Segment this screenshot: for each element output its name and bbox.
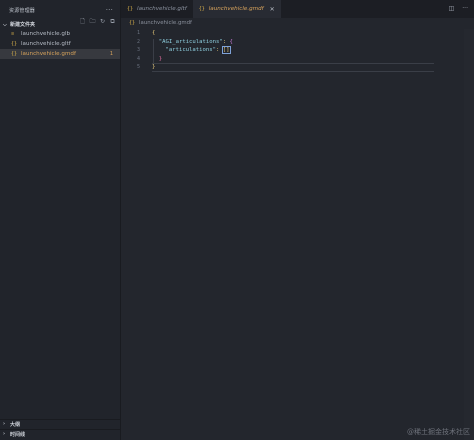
outline-label: 大纲	[10, 421, 21, 428]
json-key: "AGI_articulations"	[158, 38, 223, 45]
tab-gltf[interactable]: {} launchvehicle.gltf	[121, 0, 193, 18]
line-number: 3	[136, 47, 140, 54]
code-text: "AGI_articulations": {	[158, 38, 233, 45]
file-item-gmdf[interactable]: {} launchvehicle.gmdf 1	[0, 49, 120, 59]
split-editor-icon[interactable]: ◫	[449, 5, 455, 12]
code-view[interactable]: 1 { 2 "AGI_articulations": { 3 "articula…	[121, 29, 474, 72]
array-bracket: []	[221, 46, 231, 55]
json-icon: {}	[11, 51, 18, 57]
line-number: 1	[136, 30, 140, 37]
code-line: 3 "articulations": []	[121, 46, 474, 55]
new-folder-icon[interactable]: 🗀	[89, 18, 96, 25]
current-line-highlight	[152, 71, 434, 72]
file-name: launchvehicle.gltf	[21, 41, 71, 47]
line-number: 5	[136, 64, 140, 71]
scrollbar[interactable]	[464, 29, 474, 440]
chevron-down-icon: ⌵	[3, 21, 7, 28]
file-icon: ≡	[11, 31, 15, 37]
file-item-glb[interactable]: ≡ launchvehicle.glb	[0, 29, 120, 39]
watermark: @稀土掘金技术社区	[407, 428, 470, 436]
more-icon[interactable]: ···	[106, 6, 113, 14]
tab-gmdf[interactable]: {} launchvehicle.gmdf ✕	[192, 0, 281, 18]
explorer-sidebar: 资源管理器 ··· ⌵ 新建文件夹 🗋 🗀 ↻ ⧉ ≡ launchvehicl…	[0, 0, 121, 440]
code-line: 2 "AGI_articulations": {	[121, 38, 474, 47]
tab-label: launchvehicle.gltf	[137, 6, 187, 12]
file-item-gltf[interactable]: {} launchvehicle.gltf	[0, 39, 120, 49]
explorer-header: 资源管理器 ···	[0, 0, 120, 20]
refresh-icon[interactable]: ↻	[99, 18, 106, 25]
timeline-section[interactable]: › 时间线	[0, 429, 121, 438]
json-icon: {}	[198, 6, 205, 12]
breadcrumb[interactable]: {} launchvehicle.gmdf	[121, 18, 474, 28]
code-line: 1 {	[121, 29, 474, 38]
code-line: 4 }	[121, 55, 474, 64]
folder-name: 新建文件夹	[10, 22, 36, 28]
json-icon: {}	[11, 41, 18, 47]
tab-label: launchvehicle.gmdf	[208, 6, 264, 12]
file-name: launchvehicle.glb	[21, 31, 71, 37]
code-text: {	[152, 30, 156, 37]
collapse-all-icon[interactable]: ⧉	[109, 18, 116, 25]
current-line-highlight	[152, 63, 434, 64]
timeline-label: 时间线	[10, 431, 26, 438]
json-icon: {}	[129, 20, 136, 26]
problem-count-badge: 1	[109, 51, 113, 57]
chevron-right-icon: ›	[3, 421, 6, 427]
json-key: "articulations"	[165, 47, 217, 54]
new-file-icon[interactable]: 🗋	[79, 18, 86, 25]
breadcrumb-file: launchvehicle.gmdf	[139, 20, 192, 26]
tab-bar: {} launchvehicle.gltf {} launchvehicle.g…	[121, 0, 474, 18]
code-text: }	[158, 55, 163, 62]
close-icon[interactable]: ✕	[270, 6, 275, 13]
line-number: 4	[136, 55, 140, 62]
code-text: "articulations": []	[165, 46, 231, 55]
editor-area: {} launchvehicle.gltf {} launchvehicle.g…	[121, 0, 474, 440]
json-icon: {}	[127, 6, 134, 12]
more-icon[interactable]: ···	[462, 5, 468, 12]
editor-actions: ◫ ···	[449, 5, 468, 12]
file-name: launchvehicle.gmdf	[21, 51, 76, 57]
folder-actions: 🗋 🗀 ↻ ⧉	[79, 18, 116, 25]
outline-section[interactable]: › 大纲	[0, 419, 121, 428]
code-text: }	[152, 64, 156, 71]
chevron-right-icon: ›	[3, 431, 6, 437]
line-number: 2	[136, 38, 140, 45]
explorer-title: 资源管理器	[9, 7, 36, 14]
